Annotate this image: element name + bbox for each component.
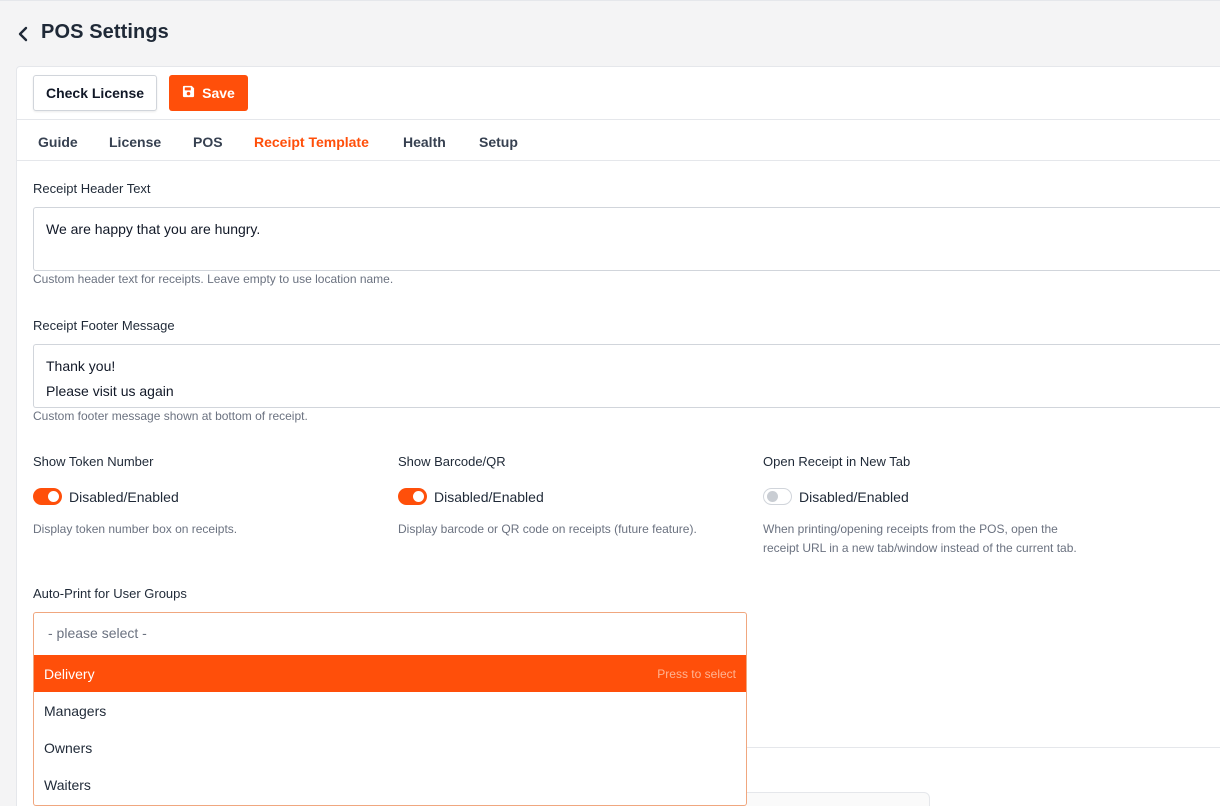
show-barcode-qr-toggle-row: Disabled/Enabled: [398, 488, 544, 505]
open-receipt-new-tab-label: Open Receipt in New Tab: [763, 454, 911, 469]
help-line: When printing/opening receipts from the …: [763, 522, 1058, 536]
option-label: Owners: [44, 740, 93, 756]
dropdown-option-waiters[interactable]: Waiters: [34, 766, 746, 803]
auto-print-label: Auto-Print for User Groups: [33, 586, 187, 601]
toggle-knob: [767, 491, 778, 502]
receipt-footer-line: Please visit us again: [46, 383, 174, 399]
tab-setup[interactable]: Setup: [479, 134, 518, 150]
show-token-number-toggle-row: Disabled/Enabled: [33, 488, 179, 505]
show-barcode-qr-toggle[interactable]: [398, 488, 427, 505]
tab-pos[interactable]: POS: [193, 134, 223, 150]
show-token-number-toggle[interactable]: [33, 488, 62, 505]
save-button-label: Save: [202, 85, 235, 101]
show-token-number-help: Display token number box on receipts.: [33, 522, 238, 536]
show-token-number-label: Show Token Number: [33, 454, 154, 469]
option-label: Waiters: [44, 777, 91, 793]
toggle-text: Disabled/Enabled: [434, 488, 544, 505]
show-barcode-qr-help: Display barcode or QR code on receipts (…: [398, 522, 697, 536]
dropdown-option-delivery[interactable]: Delivery Press to select: [34, 655, 746, 692]
receipt-footer-label: Receipt Footer Message: [33, 318, 175, 333]
save-button[interactable]: Save: [169, 75, 248, 111]
option-hint: Press to select: [657, 667, 736, 681]
tab-health[interactable]: Health: [403, 134, 446, 150]
auto-print-select[interactable]: - please select -: [33, 612, 747, 656]
receipt-header-textarea[interactable]: We are happy that you are hungry.: [33, 207, 1220, 271]
section-divider: [747, 747, 1220, 748]
toggle-knob: [48, 491, 59, 502]
pos-settings-page: POS Settings Check License Save Guide Li…: [0, 0, 1220, 806]
open-receipt-new-tab-toggle-row: Disabled/Enabled: [763, 488, 909, 505]
background-panel: [747, 792, 930, 806]
toggle-knob: [413, 491, 424, 502]
floppy-disk-icon: [182, 85, 195, 101]
tab-receipt-template[interactable]: Receipt Template: [254, 134, 369, 150]
receipt-footer-textarea[interactable]: Thank you! Please visit us again: [33, 344, 1220, 408]
receipt-footer-line: Thank you!: [46, 358, 116, 374]
open-receipt-new-tab-toggle[interactable]: [763, 488, 792, 505]
dropdown-option-owners[interactable]: Owners: [34, 729, 746, 766]
auto-print-placeholder: - please select -: [48, 625, 147, 641]
page-header: POS Settings: [0, 0, 1220, 66]
receipt-header-label: Receipt Header Text: [33, 181, 151, 196]
page-title: POS Settings: [41, 21, 169, 43]
receipt-header-help: Custom header text for receipts. Leave e…: [33, 272, 394, 286]
receipt-footer-help: Custom footer message shown at bottom of…: [33, 409, 308, 423]
check-license-button[interactable]: Check License: [33, 75, 157, 111]
show-barcode-qr-label: Show Barcode/QR: [398, 454, 506, 469]
dropdown-option-managers[interactable]: Managers: [34, 692, 746, 729]
tab-guide[interactable]: Guide: [38, 134, 78, 150]
auto-print-dropdown: Delivery Press to select Managers Owners…: [33, 655, 747, 806]
toolbar: Check License Save: [17, 67, 1220, 120]
option-label: Delivery: [44, 666, 95, 682]
option-label: Managers: [44, 703, 107, 719]
toggle-text: Disabled/Enabled: [69, 488, 179, 505]
receipt-header-value: We are happy that you are hungry.: [46, 221, 261, 237]
chevron-left-icon[interactable]: [14, 25, 30, 43]
tab-bar: Guide License POS Receipt Template Healt…: [17, 120, 1220, 161]
tab-license[interactable]: License: [109, 134, 161, 150]
help-line: receipt URL in a new tab/window instead …: [763, 541, 1077, 555]
toggle-text: Disabled/Enabled: [799, 488, 909, 505]
settings-card: Check License Save Guide License POS Rec…: [16, 66, 1220, 806]
open-receipt-new-tab-help: When printing/opening receipts from the …: [763, 520, 1077, 558]
